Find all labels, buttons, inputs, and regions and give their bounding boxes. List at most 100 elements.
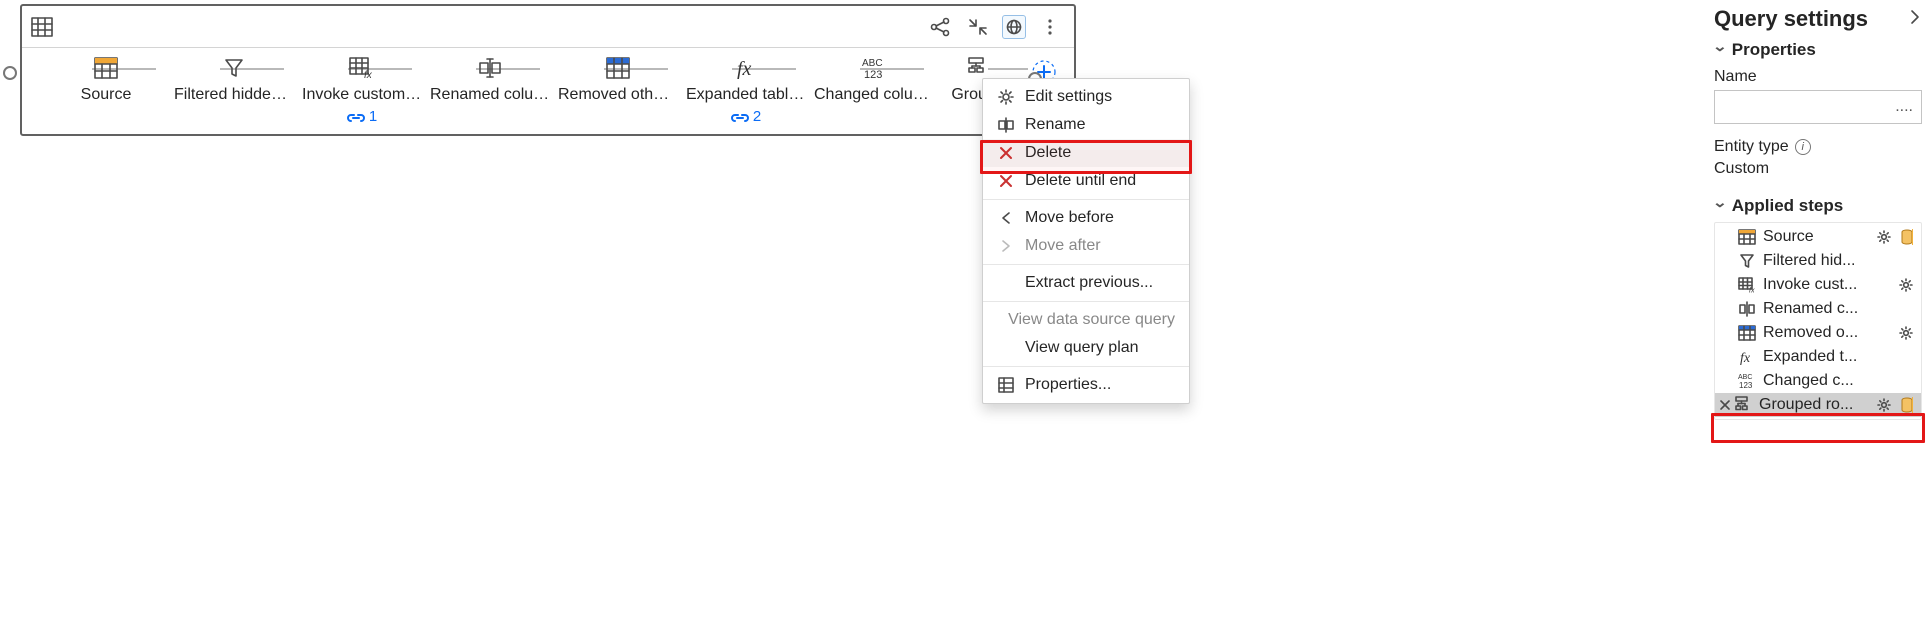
diagram-step-invoke[interactable]: fx Invoke custom fu... 1 (298, 58, 426, 125)
query-name-input[interactable] (1714, 90, 1922, 124)
menu-edit-settings[interactable]: Edit settings (983, 83, 1189, 111)
menu-move-before[interactable]: Move before (983, 204, 1189, 232)
svg-text:123: 123 (864, 69, 882, 80)
diagram-step-expanded[interactable]: fx Expanded table c... 2 (682, 58, 810, 125)
gear-icon[interactable] (1897, 326, 1915, 340)
applied-step-grouped[interactable]: Grouped ro... (1715, 393, 1921, 417)
settings-title: Query settings (1714, 6, 1868, 32)
applied-step-label: Renamed c... (1763, 300, 1915, 318)
chevron-left-icon (997, 211, 1015, 225)
applied-step-label: Removed o... (1763, 324, 1891, 342)
diagram-step-removed[interactable]: Removed other c... (554, 58, 682, 104)
applied-step-changed[interactable]: ABC123 Changed c... (1715, 369, 1921, 393)
gear-icon[interactable] (1875, 398, 1893, 412)
applied-steps-list: Source Filtered hid... fx Invoke cust...… (1714, 222, 1922, 420)
fx-icon: fx (1737, 349, 1757, 365)
applied-step-removed[interactable]: Removed o... (1715, 321, 1921, 345)
chevron-right-icon (997, 239, 1015, 253)
gear-icon[interactable] (1897, 278, 1915, 292)
menu-separator (983, 301, 1189, 302)
entity-type-label: Entity type (1714, 138, 1789, 156)
diagram-step-filtered[interactable]: Filtered hidden fi... (170, 58, 298, 104)
chevron-down-icon (1714, 196, 1726, 216)
section-label: Applied steps (1732, 196, 1843, 216)
entity-type-value: Custom (1714, 160, 1922, 178)
menu-label: Extract previous... (1025, 274, 1153, 292)
menu-label: Move after (1025, 237, 1101, 255)
section-applied-steps[interactable]: Applied steps (1714, 196, 1922, 216)
info-icon[interactable]: i (1795, 139, 1811, 155)
applied-step-source[interactable]: Source (1715, 225, 1921, 249)
svg-text:fx: fx (1749, 288, 1755, 294)
rename-icon (997, 117, 1015, 133)
name-label: Name (1714, 68, 1922, 86)
menu-label: Delete (1025, 144, 1071, 162)
diagram-step-label: Expanded table c... (682, 86, 810, 104)
diagram-step-renamed[interactable]: Renamed columns (426, 58, 554, 104)
applied-step-invoke[interactable]: fx Invoke cust... (1715, 273, 1921, 297)
svg-text:fx: fx (364, 70, 373, 79)
close-icon (997, 146, 1015, 160)
delete-step-icon[interactable] (1717, 399, 1733, 411)
abc123-icon: ABC123 (810, 54, 938, 82)
diagram-step-label: Removed other c... (554, 86, 682, 104)
chevron-down-icon (1714, 40, 1726, 60)
diagram-handle-left[interactable] (3, 66, 17, 80)
properties-icon (997, 377, 1015, 393)
diagram-header (22, 6, 1074, 48)
chevron-right-icon[interactable] (1908, 8, 1922, 31)
fx-icon: fx (682, 54, 810, 82)
menu-view-query-plan[interactable]: View query plan (983, 334, 1189, 362)
rename-icon (1737, 301, 1757, 317)
diagram-step-changed[interactable]: ABC123 Changed column... (810, 58, 938, 104)
svg-text:ABC: ABC (862, 58, 883, 69)
applied-step-renamed[interactable]: Renamed c... (1715, 297, 1921, 321)
menu-rename[interactable]: Rename (983, 111, 1189, 139)
collapse-icon[interactable] (964, 13, 992, 41)
applied-step-label: Source (1763, 228, 1869, 246)
table-orange-icon (42, 54, 170, 82)
gear-icon[interactable] (1875, 230, 1893, 244)
diagram-step-label: Renamed columns (426, 86, 554, 104)
filter-icon (170, 54, 298, 82)
share-icon[interactable] (926, 13, 954, 41)
menu-label: Edit settings (1025, 88, 1112, 106)
data-source-web-icon[interactable] (1002, 15, 1026, 39)
applied-step-filtered[interactable]: Filtered hid... (1715, 249, 1921, 273)
gear-icon (997, 89, 1015, 105)
menu-properties[interactable]: Properties... (983, 371, 1189, 399)
diagram-step-label: Changed column... (810, 86, 938, 104)
database-icon (1899, 229, 1915, 245)
diagram-step-label: Source (42, 86, 170, 104)
table-blue-icon (554, 54, 682, 82)
menu-separator (983, 199, 1189, 200)
rename-icon (426, 54, 554, 82)
section-properties[interactable]: Properties (1714, 40, 1922, 60)
applied-step-expanded[interactable]: fx Expanded t... (1715, 345, 1921, 369)
filter-icon (1737, 253, 1757, 269)
diagram-step-source[interactable]: Source (42, 58, 170, 104)
applied-step-label: Grouped ro... (1759, 396, 1869, 414)
menu-label: View query plan (1025, 339, 1139, 357)
svg-text:fx: fx (737, 58, 752, 79)
more-options-icon[interactable] (1036, 13, 1064, 41)
link-badge[interactable]: 2 (682, 108, 810, 125)
query-settings-pane: Query settings Properties Name Entity ty… (1706, 0, 1930, 627)
menu-label: Move before (1025, 209, 1114, 227)
menu-label: Delete until end (1025, 172, 1136, 190)
menu-delete[interactable]: Delete (983, 139, 1189, 167)
applied-step-label: Invoke cust... (1763, 276, 1891, 294)
menu-extract-previous[interactable]: Extract previous... (983, 269, 1189, 297)
link-count: 1 (369, 108, 377, 125)
section-label: Properties (1732, 40, 1816, 60)
diagram-step-label: Filtered hidden fi... (170, 86, 298, 104)
abc123-icon: ABC123 (1737, 372, 1757, 390)
table-fx-icon: fx (1737, 277, 1757, 293)
annotation-highlight-grouped (1711, 413, 1925, 443)
menu-label: View data source query (1008, 311, 1175, 329)
svg-text:ABC: ABC (1738, 374, 1752, 381)
diagram-steps: Source Filtered hidden fi... fx Invoke c… (42, 58, 1066, 136)
link-badge[interactable]: 1 (298, 108, 426, 125)
menu-move-after: Move after (983, 232, 1189, 260)
menu-delete-until-end[interactable]: Delete until end (983, 167, 1189, 195)
